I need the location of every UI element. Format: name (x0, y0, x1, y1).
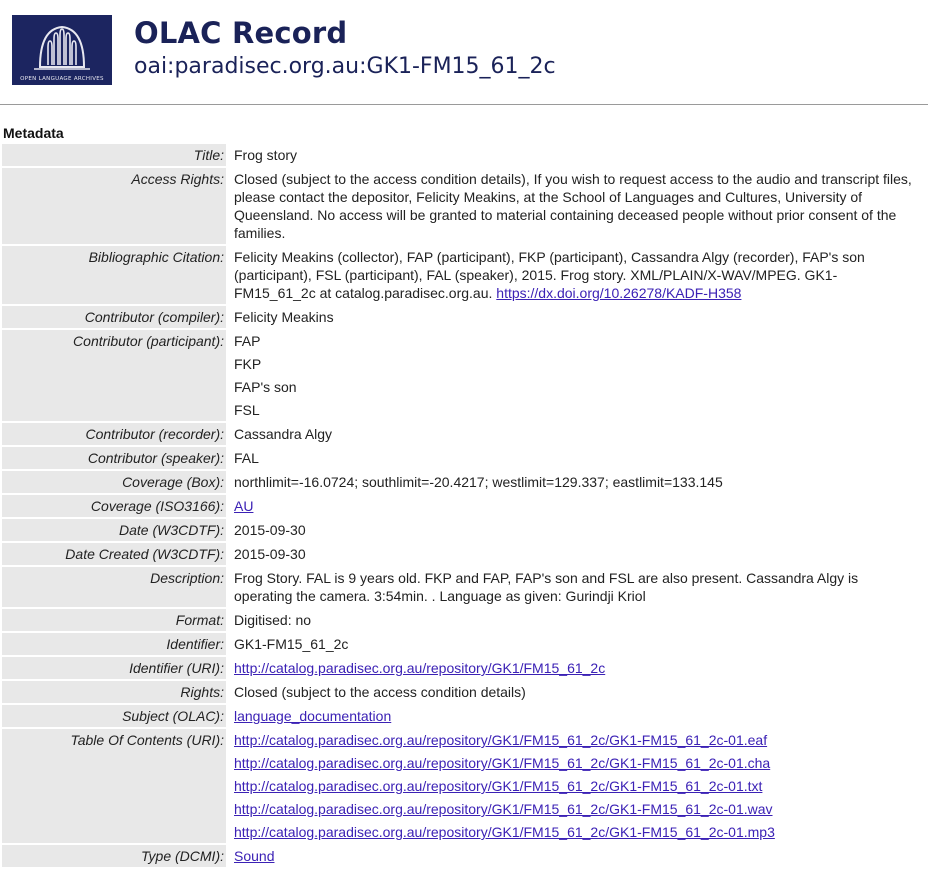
archive-logo-icon (12, 15, 112, 85)
field-value: Frog story (228, 144, 926, 166)
value-text: Frog Story. FAL is 9 years old. FKP and … (234, 570, 859, 604)
metadata-row: Date Created (W3CDTF): 2015-09-30 (2, 543, 926, 565)
metadata-row: Format: Digitised: no (2, 609, 926, 631)
value-link[interactable]: Sound (234, 848, 274, 864)
field-label: Contributor (speaker): (2, 447, 226, 469)
metadata-row: Table Of Contents (URI): http://catalog.p… (2, 729, 926, 843)
metadata-row: Subject (OLAC): language_documentation (2, 705, 926, 727)
value-link[interactable]: language_documentation (234, 708, 391, 724)
metadata-row: Coverage (ISO3166): AU (2, 495, 926, 517)
value-text: FSL (234, 402, 260, 418)
value-link-wrapper: http://catalog.paradisec.org.au/reposito… (234, 731, 918, 749)
olac-logo[interactable]: OPEN LANGUAGE ARCHIVES (12, 15, 112, 85)
field-label: Bibliographic Citation: (2, 246, 226, 304)
field-value: northlimit=-16.0724; southlimit=-20.4217… (228, 471, 926, 493)
value-link-wrapper: http://catalog.paradisec.org.au/reposito… (234, 777, 918, 795)
field-label: Title: (2, 144, 226, 166)
value-link-wrapper: AU (234, 497, 918, 515)
metadata-row: Identifier: GK1-FM15_61_2c (2, 633, 926, 655)
field-value: Closed (subject to the access condition … (228, 681, 926, 703)
page-title: OLAC Record (134, 16, 348, 50)
field-value: Closed (subject to the access condition … (228, 168, 926, 244)
field-value: Frog Story. FAL is 9 years old. FKP and … (228, 567, 926, 607)
metadata-row: Contributor (recorder): Cassandra Algy (2, 423, 926, 445)
metadata-row: Coverage (Box): northlimit=-16.0724; sout… (2, 471, 926, 493)
field-label: Identifier: (2, 633, 226, 655)
metadata-row: Access Rights: Closed (subject to the acc… (2, 168, 926, 244)
field-label: Description: (2, 567, 226, 607)
field-label: Contributor (recorder): (2, 423, 226, 445)
value-text: FAP's son (234, 379, 297, 395)
field-value: http://catalog.paradisec.org.au/reposito… (228, 729, 926, 843)
value-link-wrapper: http://catalog.paradisec.org.au/reposito… (234, 800, 918, 818)
field-label: Access Rights: (2, 168, 226, 244)
metadata-row: Rights: Closed (subject to the access con… (2, 681, 926, 703)
field-value: AU (228, 495, 926, 517)
metadata-table: Title: Frog story Access Rights: Closed (su… (0, 142, 928, 869)
value-text: Frog story (234, 147, 298, 163)
metadata-row: Description: Frog Story. FAL is 9 years o… (2, 567, 926, 607)
field-value: language_documentation (228, 705, 926, 727)
metadata-row: Identifier (URI): http://catalog.paradise… (2, 657, 926, 679)
page-header: OPEN LANGUAGE ARCHIVES OLAC Record oai:p… (0, 0, 928, 105)
field-value: Felicity Meakins (collector), FAP (parti… (228, 246, 926, 304)
field-value: 2015-09-30 (228, 519, 926, 541)
value-text: Cassandra Algy (234, 426, 333, 442)
value-link[interactable]: http://catalog.paradisec.org.au/reposito… (234, 755, 770, 771)
field-value: http://catalog.paradisec.org.au/reposito… (228, 657, 926, 679)
value-text: GK1-FM15_61_2c (234, 636, 349, 652)
metadata-row: Contributor (compiler): Felicity Meakins (2, 306, 926, 328)
value-text: FKP (234, 356, 262, 372)
value-link-wrapper: http://catalog.paradisec.org.au/reposito… (234, 754, 918, 772)
metadata-row: Bibliographic Citation: Felicity Meakins … (2, 246, 926, 304)
value-link[interactable]: http://catalog.paradisec.org.au/reposito… (234, 778, 762, 794)
value-link-wrapper: http://catalog.paradisec.org.au/reposito… (234, 823, 918, 841)
value-link[interactable]: http://catalog.paradisec.org.au/reposito… (234, 660, 605, 676)
value-text: northlimit=-16.0724; southlimit=-20.4217… (234, 474, 723, 490)
field-label: Date Created (W3CDTF): (2, 543, 226, 565)
value-text: 2015-09-30 (234, 522, 306, 538)
value-link-wrapper: Sound (234, 847, 918, 865)
value-text: Felicity Meakins (234, 309, 334, 325)
value-link[interactable]: http://catalog.paradisec.org.au/reposito… (234, 732, 767, 748)
field-label: Format: (2, 609, 226, 631)
value-text: 2015-09-30 (234, 546, 306, 562)
metadata-row: Title: Frog story (2, 144, 926, 166)
doi-link[interactable]: https://dx.doi.org/10.26278/KADF-H358 (496, 285, 741, 301)
field-label: Subject (OLAC): (2, 705, 226, 727)
field-value: Felicity Meakins (228, 306, 926, 328)
field-value: 2015-09-30 (228, 543, 926, 565)
field-label: Coverage (Box): (2, 471, 226, 493)
field-label: Coverage (ISO3166): (2, 495, 226, 517)
value-text: Closed (subject to the access condition … (234, 684, 526, 700)
record-identifier: oai:paradisec.org.au:GK1-FM15_61_2c (134, 54, 556, 79)
value-text: Digitised: no (234, 612, 312, 628)
metadata-row: Contributor (participant): FAP FKP FAP's so… (2, 330, 926, 421)
metadata-row: Contributor (speaker): FAL (2, 447, 926, 469)
field-label: Table Of Contents (URI): (2, 729, 226, 843)
field-value: Digitised: no (228, 609, 926, 631)
field-label: Rights: (2, 681, 226, 703)
field-value: FAL (228, 447, 926, 469)
field-value: FAP FKP FAP's son FSL (228, 330, 926, 421)
metadata-row: Date (W3CDTF): 2015-09-30 (2, 519, 926, 541)
metadata-section-label: Metadata (3, 125, 64, 141)
value-link-wrapper: http://catalog.paradisec.org.au/reposito… (234, 659, 918, 677)
value-text: FAP (234, 333, 261, 349)
field-label: Contributor (participant): (2, 330, 226, 421)
value-text: Closed (subject to the access condition … (234, 171, 912, 241)
logo-caption: OPEN LANGUAGE ARCHIVES (20, 76, 104, 82)
value-text: FAL (234, 450, 259, 466)
field-label: Contributor (compiler): (2, 306, 226, 328)
value-link-wrapper: language_documentation (234, 707, 918, 725)
field-label: Date (W3CDTF): (2, 519, 226, 541)
field-label: Identifier (URI): (2, 657, 226, 679)
value-text: Felicity Meakins (collector), FAP (parti… (234, 248, 918, 302)
value-link[interactable]: http://catalog.paradisec.org.au/reposito… (234, 824, 775, 840)
value-link[interactable]: AU (234, 498, 253, 514)
field-value: GK1-FM15_61_2c (228, 633, 926, 655)
field-value: Cassandra Algy (228, 423, 926, 445)
value-link[interactable]: http://catalog.paradisec.org.au/reposito… (234, 801, 773, 817)
